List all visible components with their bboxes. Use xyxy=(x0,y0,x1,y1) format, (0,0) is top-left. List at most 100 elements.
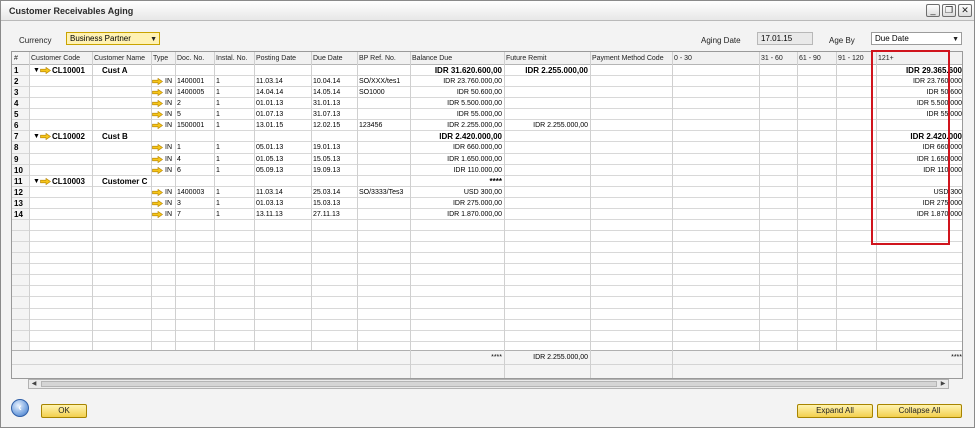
doc-number: 5 xyxy=(177,111,181,118)
doc-number: 2 xyxy=(177,100,181,107)
currency-value: Business Partner xyxy=(70,34,131,43)
instalment-number: 1 xyxy=(216,122,220,129)
collapse-all-button[interactable]: Collapse All xyxy=(877,404,962,418)
aging-date-field[interactable]: 17.01.15 xyxy=(757,32,813,45)
due-date: 12.02.15 xyxy=(313,122,341,129)
due-date: 31.07.13 xyxy=(313,111,341,118)
link-arrow-icon[interactable] xyxy=(152,167,163,174)
balance-due: IDR 110.000,00 xyxy=(453,167,502,174)
column-header: 91 - 120 xyxy=(838,55,864,62)
instalment-number: 1 xyxy=(216,89,220,96)
future-remit xyxy=(504,187,590,198)
bp-ref-number: SO/XXX/tes1 xyxy=(359,78,401,85)
link-arrow-icon[interactable] xyxy=(152,89,163,96)
posting-date: 13.11.13 xyxy=(256,211,283,218)
link-arrow-icon[interactable] xyxy=(152,111,163,118)
column-header: Posting Date xyxy=(256,55,297,62)
row-number: 7 xyxy=(14,132,19,141)
bp-ref-number xyxy=(357,165,410,176)
horizontal-scrollbar[interactable]: ◀ ▶ xyxy=(28,379,949,389)
close-icon[interactable]: ✕ xyxy=(958,4,972,17)
doc-number: 1400005 xyxy=(177,89,205,96)
row-number: 13 xyxy=(14,199,23,208)
future-remit xyxy=(504,142,590,153)
instalment-number: 1 xyxy=(216,189,220,196)
row-number: 14 xyxy=(14,210,23,219)
row-number: 2 xyxy=(14,77,19,86)
restore-icon[interactable]: ❐ xyxy=(942,4,956,17)
column-header: Future Remit xyxy=(506,55,547,62)
link-arrow-icon[interactable] xyxy=(152,144,163,151)
due-date: 10.04.14 xyxy=(313,78,341,85)
link-arrow-icon[interactable] xyxy=(152,156,163,163)
back-arrow-icon[interactable]: ‹ xyxy=(11,399,29,417)
instalment-number: 1 xyxy=(216,156,220,163)
doc-type: IN xyxy=(165,189,172,196)
total-future-remit: IDR 2.255.000,00 xyxy=(533,354,588,361)
due-date: 15.03.13 xyxy=(313,200,341,207)
collapse-triangle-icon[interactable]: ▼ xyxy=(33,65,40,76)
row-number: 4 xyxy=(14,99,19,108)
instalment-number: 1 xyxy=(216,100,220,107)
due-date: 25.03.14 xyxy=(313,189,341,196)
doc-number: 3 xyxy=(177,200,181,207)
link-arrow-icon[interactable] xyxy=(152,211,163,218)
posting-date: 01.07.13 xyxy=(256,111,284,118)
title-bar[interactable]: Customer Receivables Aging _ ❐ ✕ xyxy=(1,1,974,21)
due-date: 15.05.13 xyxy=(313,156,341,163)
instalment-number: 1 xyxy=(216,211,220,218)
link-arrow-icon[interactable] xyxy=(152,100,163,107)
column-header: Instal. No. xyxy=(216,55,248,62)
bp-ref-number: SO/3333/Tes3 xyxy=(359,189,404,196)
balance-due: IDR 275.000,00 xyxy=(452,200,502,207)
total-balance-due: **** xyxy=(491,354,502,361)
scroll-thumb[interactable] xyxy=(41,381,937,387)
expand-all-button[interactable]: Expand All xyxy=(797,404,873,418)
link-arrow-icon[interactable] xyxy=(152,189,163,196)
future-remit xyxy=(504,176,590,187)
customer-name: Cust B xyxy=(102,132,128,141)
link-arrow-icon[interactable] xyxy=(152,200,163,207)
balance-due: **** xyxy=(489,177,502,186)
instalment-number: 1 xyxy=(216,78,220,85)
doc-number: 6 xyxy=(177,167,181,174)
instalment-number: 1 xyxy=(216,144,220,151)
link-arrow-icon[interactable] xyxy=(152,122,163,129)
posting-date: 05.09.13 xyxy=(256,167,284,174)
bp-ref-number: 123456 xyxy=(359,122,383,129)
highlight-box xyxy=(871,50,950,245)
currency-label: Currency xyxy=(19,36,52,45)
doc-number: 1400001 xyxy=(177,78,205,85)
bp-ref-number xyxy=(357,98,410,109)
bp-ref-number xyxy=(357,154,410,165)
doc-number: 7 xyxy=(177,211,181,218)
row-number: 11 xyxy=(14,177,23,186)
column-header: Payment Method Code xyxy=(592,55,664,62)
collapse-triangle-icon[interactable]: ▼ xyxy=(33,131,40,142)
window-title: Customer Receivables Aging xyxy=(9,6,134,16)
collapse-triangle-icon[interactable]: ▼ xyxy=(33,176,40,187)
column-header: BP Ref. No. xyxy=(359,55,396,62)
balance-due: IDR 2.255.000,00 xyxy=(447,122,502,129)
minimize-icon[interactable]: _ xyxy=(926,4,940,17)
link-arrow-icon[interactable] xyxy=(152,78,163,85)
posting-date: 01.05.13 xyxy=(256,156,284,163)
scroll-right-icon[interactable]: ▶ xyxy=(938,380,948,388)
customer-code: CL10003 xyxy=(52,177,85,186)
ok-button[interactable]: OK xyxy=(41,404,87,418)
future-remit xyxy=(504,76,590,87)
posting-date: 01.01.13 xyxy=(256,100,284,107)
aging-date-value: 17.01.15 xyxy=(761,34,793,43)
customer-name: Customer C xyxy=(102,177,148,186)
column-header: 31 - 60 xyxy=(761,55,783,62)
bp-ref-number: SO1000 xyxy=(359,89,385,96)
bp-ref-number xyxy=(357,142,410,153)
currency-select[interactable]: Business Partner ▼ xyxy=(66,32,160,45)
instalment-number: 1 xyxy=(216,200,220,207)
future-remit xyxy=(504,165,590,176)
age-by-select[interactable]: Due Date ▼ xyxy=(871,32,962,45)
column-header: 61 - 90 xyxy=(799,55,821,62)
scroll-left-icon[interactable]: ◀ xyxy=(29,380,39,388)
row-number: 8 xyxy=(14,143,19,152)
aging-grid[interactable]: # Customer Code Customer Name Type Doc. No. I… xyxy=(11,51,963,379)
